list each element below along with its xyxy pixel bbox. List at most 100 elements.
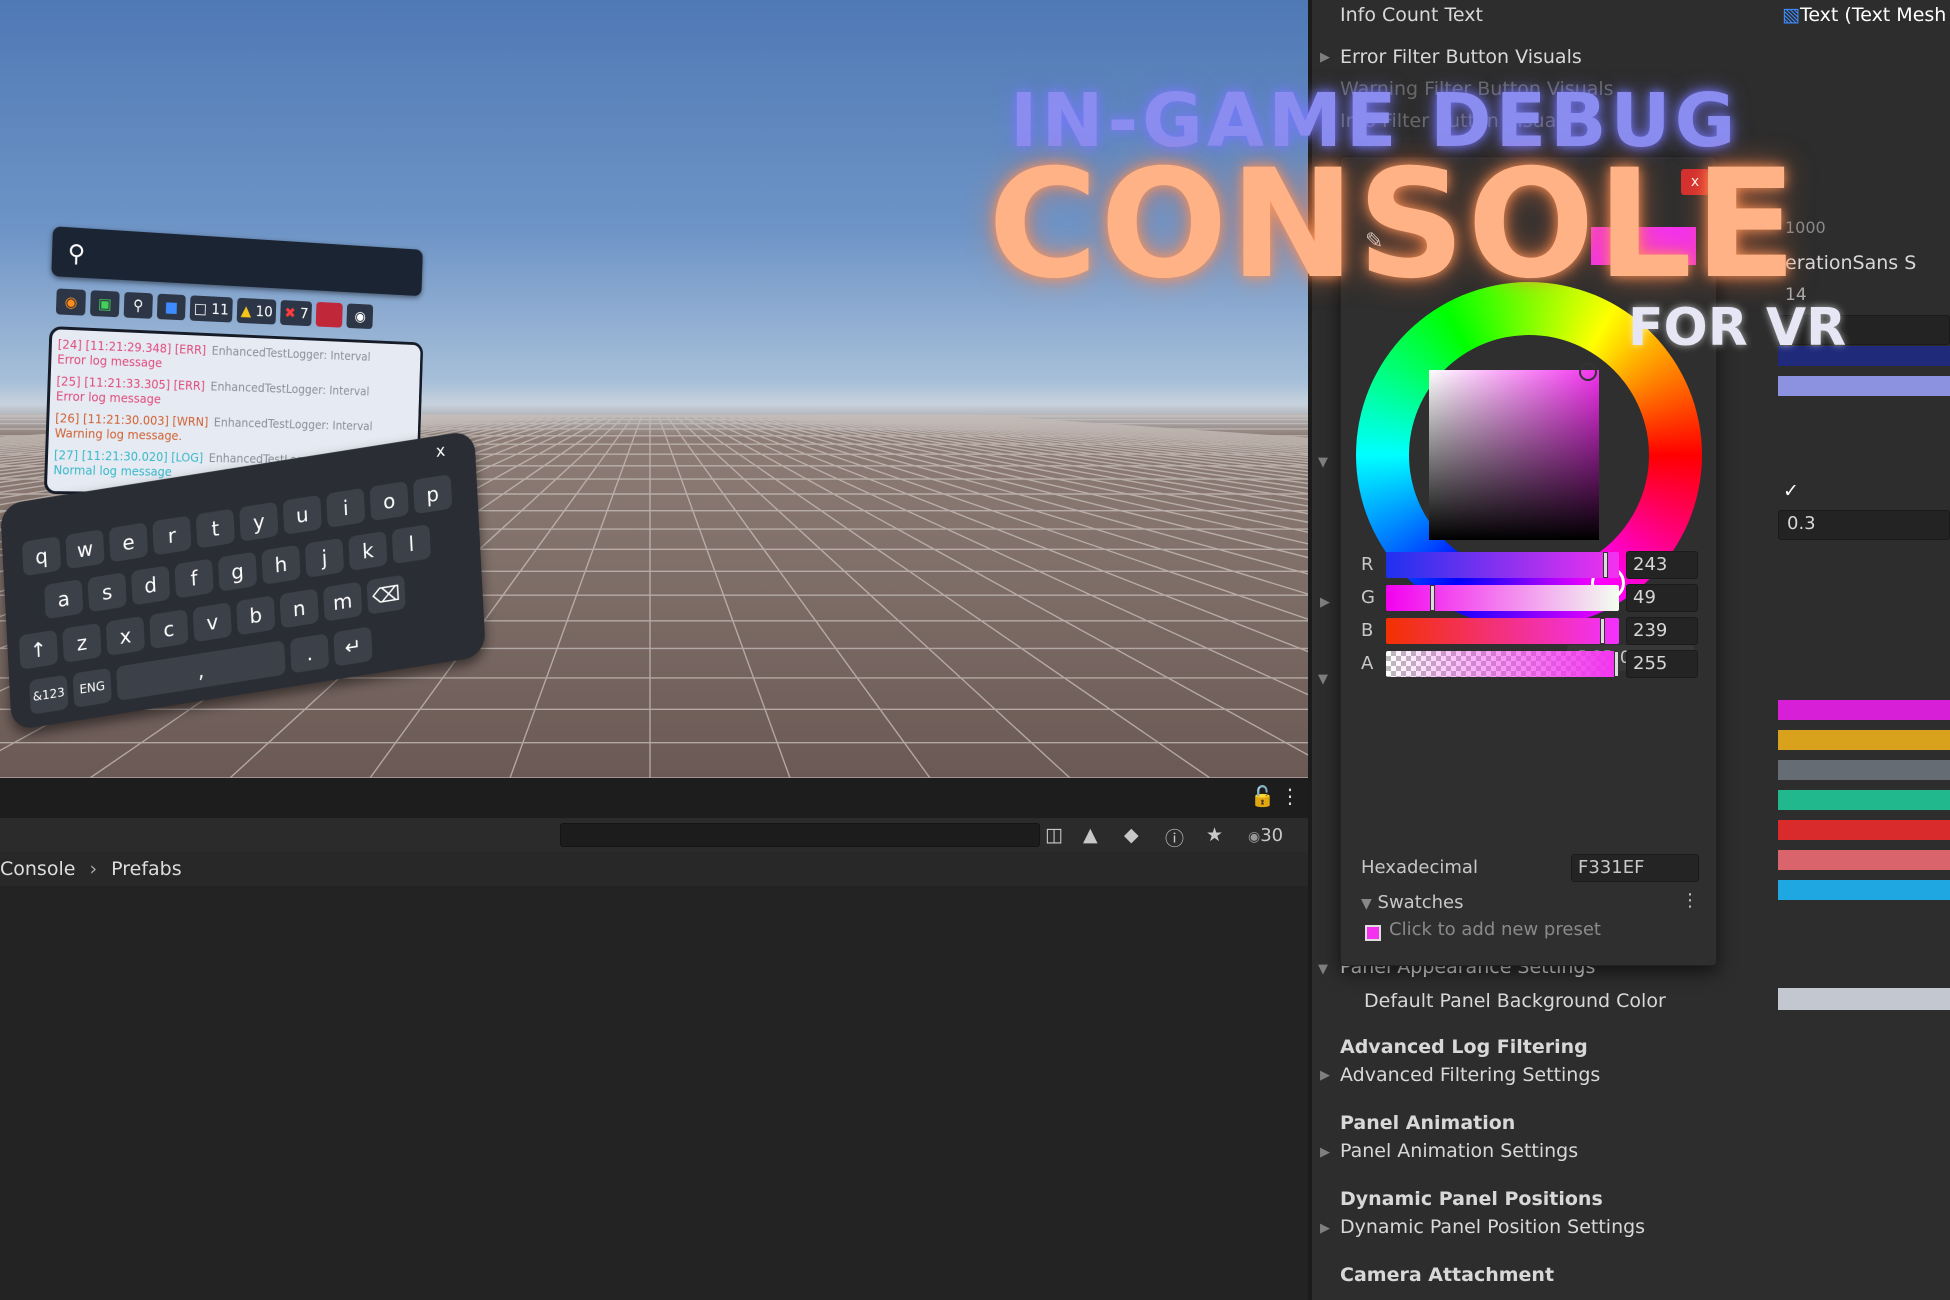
text-component-field[interactable]: ▧Text (Text Mesh <box>1782 4 1946 26</box>
key[interactable]: . <box>289 633 330 674</box>
message-filter-button[interactable]: □ 11 <box>189 295 233 323</box>
channel-slider[interactable] <box>1386 585 1619 611</box>
favorite-icon[interactable]: ★ <box>1206 824 1223 846</box>
saturation-value-square[interactable] <box>1429 370 1599 540</box>
channel-value-input[interactable]: 255 <box>1626 650 1698 678</box>
breadcrumb-console[interactable]: Console <box>0 852 75 886</box>
error-filter-visuals[interactable]: Error Filter Button Visuals <box>1340 46 1582 68</box>
swatches-label[interactable]: ▼ Swatches <box>1361 892 1464 913</box>
sv-handle[interactable] <box>1579 363 1597 381</box>
console-search-input[interactable] <box>560 823 1040 847</box>
key[interactable]: b <box>236 595 276 636</box>
channel-slider[interactable] <box>1386 651 1619 677</box>
key[interactable]: l <box>391 524 432 565</box>
key[interactable]: m <box>323 581 363 622</box>
foldout-arrow-icon[interactable]: ▶ <box>1320 1068 1330 1083</box>
info-icon[interactable]: ⓘ <box>1165 824 1184 851</box>
foldout-arrow-icon[interactable]: ▼ <box>1318 962 1328 977</box>
console-body[interactable] <box>0 886 1308 1300</box>
key[interactable]: h <box>261 544 301 585</box>
more-icon[interactable]: ⋮ <box>1280 784 1300 808</box>
key[interactable]: n <box>279 588 319 629</box>
error-filter-button[interactable]: ✖ 7 <box>280 300 313 327</box>
key[interactable]: y <box>239 501 279 542</box>
default-panel-bg-color[interactable] <box>1778 988 1950 1010</box>
font-asset-field[interactable]: erationSans S <box>1785 252 1916 274</box>
search-toggle-icon[interactable]: ⚲ <box>123 291 153 319</box>
channel-slider[interactable] <box>1386 552 1619 578</box>
assert-color-bar[interactable] <box>1778 850 1950 870</box>
advanced-filtering-settings[interactable]: Advanced Filtering Settings <box>1340 1064 1600 1086</box>
key[interactable]: f <box>174 558 214 599</box>
warning-filter-button[interactable]: ▲ 10 <box>236 297 277 325</box>
key[interactable]: &123 <box>29 674 69 715</box>
warning-color-bar[interactable] <box>1778 730 1950 750</box>
key[interactable]: e <box>108 522 149 563</box>
dynamic-panel-position-settings[interactable]: Dynamic Panel Position Settings <box>1340 1216 1645 1238</box>
key[interactable]: k <box>348 530 388 572</box>
clear-icon[interactable]: ◉ <box>55 288 86 316</box>
log-entry[interactable]: [24] [11:21:29.348] [ERR] EnhancedTestLog… <box>57 337 415 380</box>
key[interactable]: ↑ <box>18 629 59 670</box>
slider-thumb[interactable] <box>1430 585 1435 611</box>
foldout-arrow-icon[interactable]: ▶ <box>1320 1145 1330 1160</box>
timestamp-color-bar[interactable] <box>1778 880 1950 900</box>
exception-color-bar[interactable] <box>1778 820 1950 840</box>
error-color-bar[interactable] <box>1778 700 1950 720</box>
channel-slider[interactable] <box>1386 618 1619 644</box>
add-preset-hint[interactable]: Click to add new preset <box>1389 919 1601 940</box>
foldout-arrow-icon[interactable]: ▶ <box>1320 595 1330 610</box>
key[interactable]: a <box>44 579 84 620</box>
key[interactable]: u <box>282 494 322 535</box>
scene-filter-icon[interactable]: ◫ <box>1045 824 1063 846</box>
channel-value-input[interactable]: 239 <box>1626 617 1698 645</box>
key[interactable]: x <box>105 615 146 657</box>
label-filter-icon[interactable]: ◆ <box>1124 824 1139 846</box>
key[interactable]: g <box>217 551 258 592</box>
eye-icon[interactable]: ◉ <box>346 303 374 330</box>
float-field[interactable]: 0.3 <box>1778 510 1950 540</box>
key[interactable]: ⌫ <box>366 574 406 615</box>
key[interactable]: z <box>62 622 102 663</box>
channel-value-input[interactable]: 243 <box>1626 551 1698 579</box>
preset-swatch[interactable] <box>1365 925 1381 941</box>
foldout-arrow-icon[interactable]: ▼ <box>1318 455 1328 470</box>
slider-thumb[interactable] <box>1600 618 1605 644</box>
color-swatch-icon[interactable] <box>315 301 344 328</box>
panel-animation-settings[interactable]: Panel Animation Settings <box>1340 1140 1578 1162</box>
key[interactable]: s <box>87 572 127 613</box>
lock-icon[interactable]: 🔓 <box>1250 784 1275 808</box>
keyboard-close-button[interactable]: x <box>435 441 445 462</box>
key[interactable]: o <box>369 481 409 522</box>
foldout-arrow-icon[interactable]: ▼ <box>1318 672 1328 687</box>
info-color-bar[interactable] <box>1778 760 1950 780</box>
key[interactable]: v <box>192 602 232 643</box>
key[interactable]: p <box>412 474 453 515</box>
more-icon[interactable]: ⋮ <box>1681 890 1699 911</box>
slider-thumb[interactable] <box>1603 552 1608 578</box>
channel-value-input[interactable]: 49 <box>1626 584 1698 612</box>
checkbox-toggle[interactable]: ✓ <box>1783 480 1799 502</box>
collapse-icon[interactable]: ▣ <box>89 290 120 318</box>
key[interactable]: q <box>21 536 62 577</box>
key[interactable]: j <box>304 537 345 578</box>
key[interactable]: ENG <box>72 667 112 708</box>
breadcrumb-prefabs[interactable]: Prefabs <box>111 852 182 886</box>
foldout-arrow-icon[interactable]: ▶ <box>1320 50 1330 65</box>
key[interactable]: ↵ <box>333 626 373 667</box>
save-icon[interactable]: ■ <box>156 293 186 321</box>
slider-thumb[interactable] <box>1614 651 1619 677</box>
log-entry[interactable]: [26] [11:21:30.003] [WRN] EnhancedTestLog… <box>54 411 413 449</box>
hex-input[interactable]: F331EF <box>1571 854 1699 882</box>
key[interactable]: t <box>195 508 236 549</box>
key[interactable]: w <box>65 529 105 570</box>
key[interactable]: r <box>152 515 192 556</box>
log-entry[interactable]: [25] [11:21:33.305] [ERR] EnhancedTestLog… <box>56 374 415 414</box>
color-bar-2[interactable] <box>1778 376 1950 396</box>
key[interactable]: d <box>130 565 171 606</box>
key[interactable]: c <box>149 609 189 650</box>
key[interactable]: i <box>326 487 366 528</box>
log-color-bar[interactable] <box>1778 790 1950 810</box>
type-filter-icon[interactable]: ▲ <box>1083 824 1098 846</box>
foldout-arrow-icon[interactable]: ▶ <box>1320 1221 1330 1236</box>
